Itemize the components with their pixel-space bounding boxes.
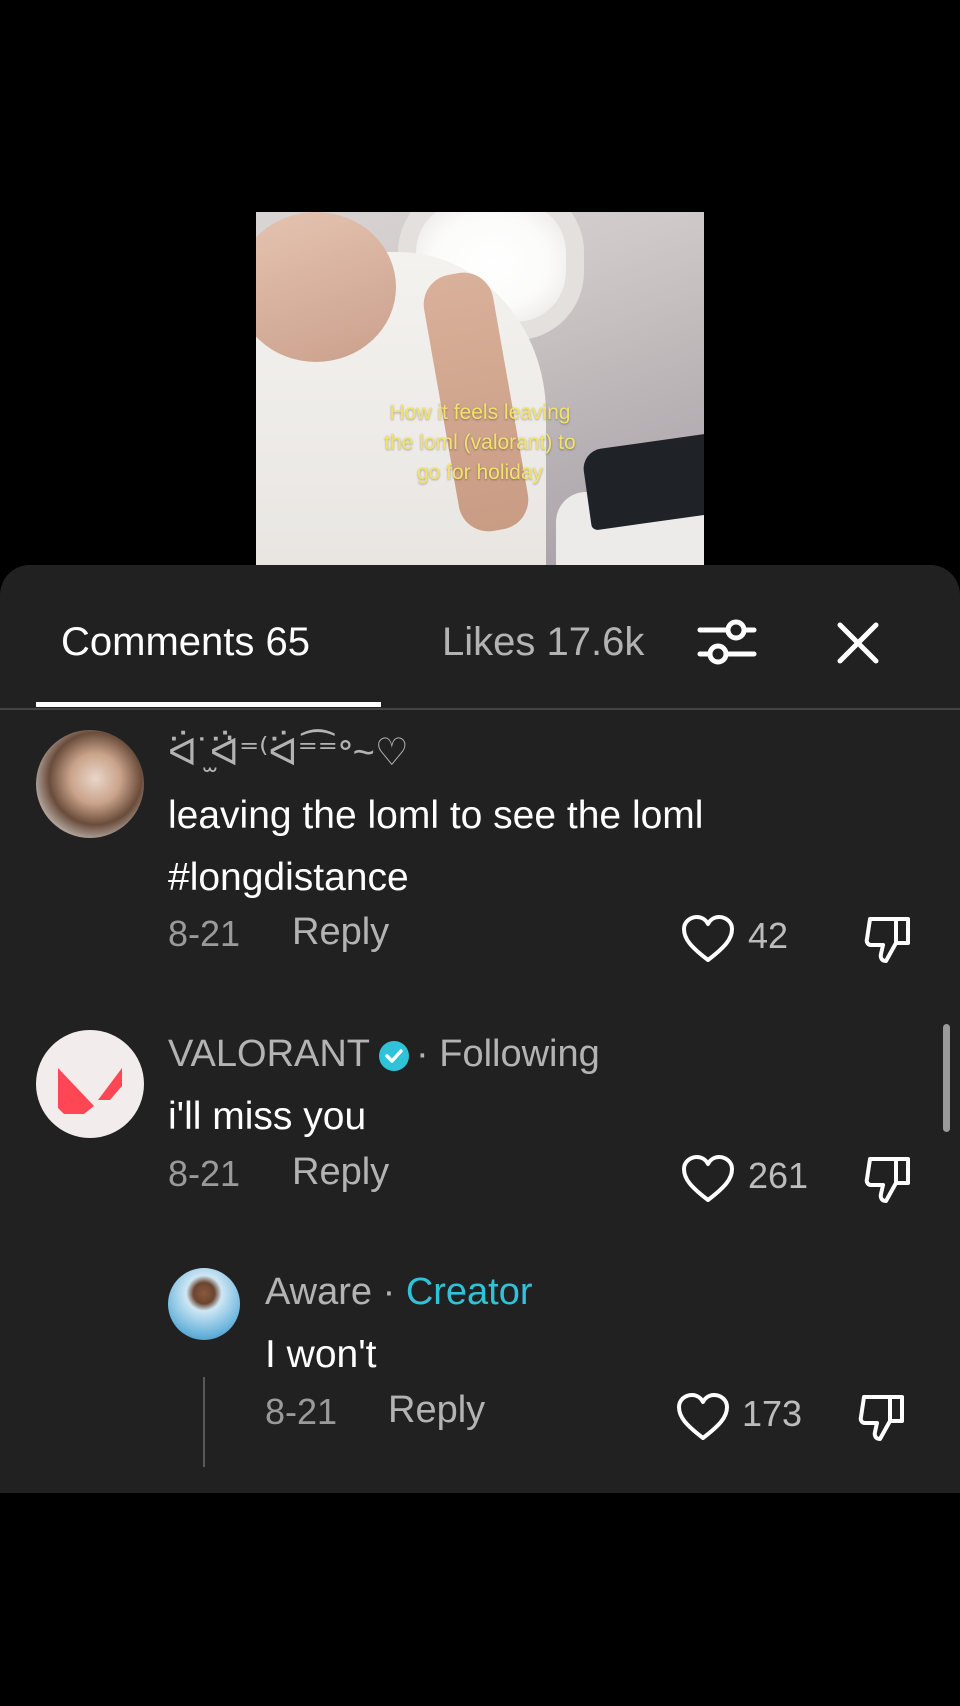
comment-username-row: VALORANT · Following <box>168 1031 600 1077</box>
heart-icon[interactable] <box>681 914 735 964</box>
comment-username[interactable]: Aware <box>265 1271 372 1313</box>
comments-sheet: Comments 65 Likes 17.6k ᐛ˙̫ᐛ̇⁼⁽ᐛ⁼͡⁼ᐤ~♡ l… <box>0 565 960 1493</box>
like-count: 42 <box>748 915 789 956</box>
person-head <box>256 212 396 362</box>
avatar[interactable] <box>168 1268 240 1340</box>
reply-button[interactable]: Reply <box>292 1151 389 1194</box>
caption-line-3: go for holiday <box>416 461 544 484</box>
comment-username[interactable]: VALORANT <box>168 1033 370 1075</box>
tab-likes[interactable]: Likes 17.6k <box>442 617 660 667</box>
verified-check-icon <box>379 1040 410 1071</box>
creator-badge: Creator <box>405 1271 533 1313</box>
thumbs-down-icon[interactable] <box>856 1391 908 1443</box>
comment-date: 8-21 <box>168 1153 241 1194</box>
heart-icon[interactable] <box>676 1392 730 1442</box>
caption-line-2: the loml (valorant) to <box>384 431 576 454</box>
active-tab-indicator <box>36 702 381 707</box>
comment-text-line: leaving the loml to see the loml <box>168 794 704 837</box>
following-label[interactable]: · Following <box>416 1033 600 1075</box>
comment-date: 8-21 <box>168 913 241 954</box>
username-separator: · <box>372 1271 406 1313</box>
reply-button[interactable]: Reply <box>388 1389 485 1432</box>
video-caption: How it feels leaving the loml (valorant)… <box>256 398 704 488</box>
like-count: 173 <box>742 1393 803 1434</box>
scrollbar[interactable] <box>943 1024 950 1132</box>
sliders-icon[interactable] <box>696 610 758 674</box>
thumbs-down-icon[interactable] <box>862 1153 914 1205</box>
comment-text: leaving the loml to see the loml #longdi… <box>168 785 703 909</box>
tab-comments[interactable]: Comments 65 <box>61 617 310 667</box>
comment-username[interactable]: ᐛ˙̫ᐛ̇⁼⁽ᐛ⁼͡⁼ᐤ~♡ <box>168 730 409 776</box>
comment-username-row: Aware · Creator <box>265 1269 533 1315</box>
avatar[interactable] <box>36 730 144 838</box>
like-count: 261 <box>748 1155 809 1196</box>
thread-line <box>203 1377 205 1467</box>
close-icon[interactable] <box>830 615 886 671</box>
reply-button[interactable]: Reply <box>292 911 389 954</box>
valorant-logo-icon <box>58 1068 122 1114</box>
video-thumbnail[interactable]: How it feels leaving the loml (valorant)… <box>256 212 704 566</box>
comment-text: I won't <box>265 1333 377 1376</box>
thumbs-down-icon[interactable] <box>862 913 914 965</box>
tab-bar: Comments 65 Likes 17.6k <box>0 565 960 710</box>
comment-text: i'll miss you <box>168 1095 367 1138</box>
caption-line-1: How it feels leaving <box>389 401 571 424</box>
tabs-divider <box>0 708 960 710</box>
heart-icon[interactable] <box>681 1154 735 1204</box>
comment-date: 8-21 <box>265 1391 338 1432</box>
avatar[interactable] <box>36 1030 144 1138</box>
comment-hashtag[interactable]: #longdistance <box>168 847 703 909</box>
